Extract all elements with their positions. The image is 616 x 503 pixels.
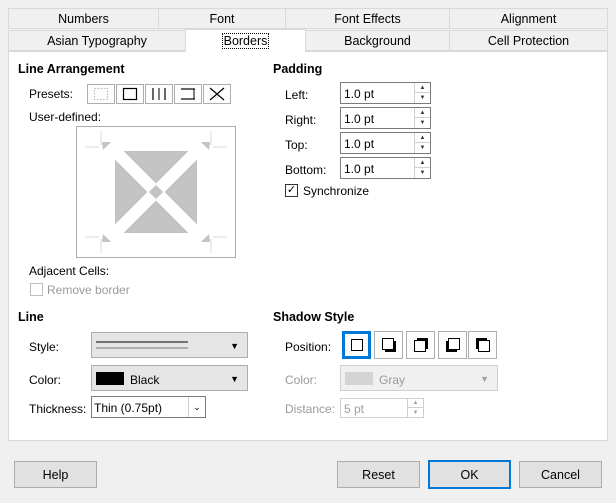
presets-group <box>87 84 232 104</box>
preset-top-bottom-icon <box>181 88 195 100</box>
shadow-bottom-right-button[interactable] <box>374 331 403 359</box>
shadow-none-button[interactable] <box>342 331 371 359</box>
padding-top-value: 1.0 pt <box>344 137 375 151</box>
tab-label: Alignment <box>500 11 557 26</box>
tab-label: Font <box>209 11 235 26</box>
line-thickness-label: Thickness: <box>29 402 87 416</box>
shadow-style-heading: Shadow Style <box>273 310 355 324</box>
preset-left-right-icon <box>152 88 166 100</box>
padding-bottom-spinbox[interactable]: 1.0 pt ▲ ▼ <box>340 157 431 179</box>
remove-border-label: Remove border <box>47 283 130 297</box>
adjacent-cells-label: Adjacent Cells: <box>29 264 110 278</box>
preset-diagonal-icon <box>209 87 225 101</box>
line-color-value: Black <box>130 373 160 387</box>
spin-down-icon[interactable]: ▼ <box>415 168 430 178</box>
chevron-down-icon: ▼ <box>230 341 239 351</box>
color-swatch <box>345 372 373 385</box>
tab-font-effects[interactable]: Font Effects <box>285 8 450 29</box>
border-preview-graphic <box>85 131 227 253</box>
cancel-button[interactable]: Cancel <box>519 461 602 488</box>
chevron-down-icon: ▼ <box>480 374 489 384</box>
chevron-down-icon: ▼ <box>230 374 239 384</box>
synchronize-checkbox[interactable]: ✓ <box>285 184 298 197</box>
shadow-top-right-icon <box>413 338 428 352</box>
shadow-none-icon <box>350 339 363 351</box>
padding-right-value: 1.0 pt <box>344 112 375 126</box>
preset-none-icon <box>94 88 108 100</box>
line-thickness-value: Thin (0.75pt) <box>94 401 163 415</box>
tab-label: Font Effects <box>334 11 401 26</box>
tab-numbers[interactable]: Numbers <box>8 8 159 29</box>
tab-cell-protection[interactable]: Cell Protection <box>449 30 608 51</box>
preset-top-bottom-button[interactable] <box>174 84 202 104</box>
chevron-down-icon: ⌄ <box>188 397 205 417</box>
shadow-distance-label: Distance: <box>285 402 336 416</box>
spin-up-icon[interactable]: ▲ <box>408 399 423 408</box>
tab-label: Cell Protection <box>487 33 570 48</box>
shadow-color-value: Gray <box>379 373 406 387</box>
padding-heading: Padding <box>273 62 323 76</box>
tab-label: Numbers <box>58 11 109 26</box>
spin-up-icon[interactable]: ▲ <box>415 158 430 168</box>
remove-border-checkbox[interactable] <box>30 283 43 296</box>
border-preview-canvas[interactable] <box>76 126 236 258</box>
color-swatch <box>96 372 124 385</box>
spin-up-icon[interactable]: ▲ <box>415 83 430 93</box>
line-color-dropdown[interactable]: Black ▼ <box>91 365 248 391</box>
padding-right-label: Right: <box>285 113 317 127</box>
shadow-color-dropdown[interactable]: Gray ▼ <box>340 365 498 391</box>
tab-font[interactable]: Font <box>158 8 286 29</box>
tab-background[interactable]: Background <box>305 30 450 51</box>
spin-down-icon[interactable]: ▼ <box>408 408 423 417</box>
preset-outer-border-button[interactable] <box>116 84 144 104</box>
tab-borders[interactable]: Borders <box>185 29 306 52</box>
presets-label: Presets: <box>29 87 74 101</box>
preset-no-borders-button[interactable] <box>87 84 115 104</box>
shadow-position-label: Position: <box>285 340 332 354</box>
line-style-label: Style: <box>29 340 60 354</box>
preset-diagonal-button[interactable] <box>203 84 231 104</box>
line-style-dropdown[interactable]: ▼ <box>91 332 248 358</box>
tab-label: Background <box>344 33 411 48</box>
shadow-bottom-left-icon <box>445 338 460 352</box>
ok-button[interactable]: OK <box>428 460 511 489</box>
spin-down-icon[interactable]: ▼ <box>415 93 430 103</box>
shadow-color-label: Color: <box>285 373 318 387</box>
padding-left-value: 1.0 pt <box>344 87 375 101</box>
spin-down-icon[interactable]: ▼ <box>415 143 430 153</box>
shadow-distance-spinbox[interactable]: 5 pt ▲ ▼ <box>340 398 424 418</box>
line-arrangement-heading: Line Arrangement <box>18 62 125 76</box>
padding-left-spinbox[interactable]: 1.0 pt ▲ ▼ <box>340 82 431 104</box>
padding-bottom-label: Bottom: <box>285 163 327 177</box>
line-style-preview <box>96 341 188 349</box>
preset-box-icon <box>122 87 138 101</box>
shadow-distance-value: 5 pt <box>344 402 365 416</box>
tab-asian-typography[interactable]: Asian Typography <box>8 30 186 51</box>
shadow-top-left-button[interactable] <box>468 331 497 359</box>
padding-top-label: Top: <box>285 138 308 152</box>
spin-up-icon[interactable]: ▲ <box>415 108 430 118</box>
shadow-bottom-right-icon <box>381 338 396 352</box>
padding-top-spinbox[interactable]: 1.0 pt ▲ ▼ <box>340 132 431 154</box>
shadow-top-left-icon <box>475 338 490 352</box>
preset-left-right-button[interactable] <box>145 84 173 104</box>
line-thickness-select[interactable]: Thin (0.75pt) ⌄ <box>91 396 206 418</box>
line-heading: Line <box>18 310 44 324</box>
tab-label: Borders <box>221 33 270 49</box>
spin-up-icon[interactable]: ▲ <box>415 133 430 143</box>
padding-right-spinbox[interactable]: 1.0 pt ▲ ▼ <box>340 107 431 129</box>
line-color-label: Color: <box>29 373 62 387</box>
tab-panel-borders: Line Arrangement Presets: User-defined: <box>8 51 608 441</box>
user-defined-label: User-defined: <box>29 110 102 124</box>
shadow-top-right-button[interactable] <box>406 331 435 359</box>
padding-bottom-value: 1.0 pt <box>344 162 375 176</box>
tab-label: Asian Typography <box>47 33 147 48</box>
padding-left-label: Left: <box>285 88 309 102</box>
tab-alignment[interactable]: Alignment <box>449 8 608 29</box>
help-button[interactable]: Help <box>14 461 97 488</box>
spin-down-icon[interactable]: ▼ <box>415 118 430 128</box>
synchronize-label: Synchronize <box>303 184 370 198</box>
reset-button[interactable]: Reset <box>337 461 420 488</box>
shadow-bottom-left-button[interactable] <box>438 331 467 359</box>
